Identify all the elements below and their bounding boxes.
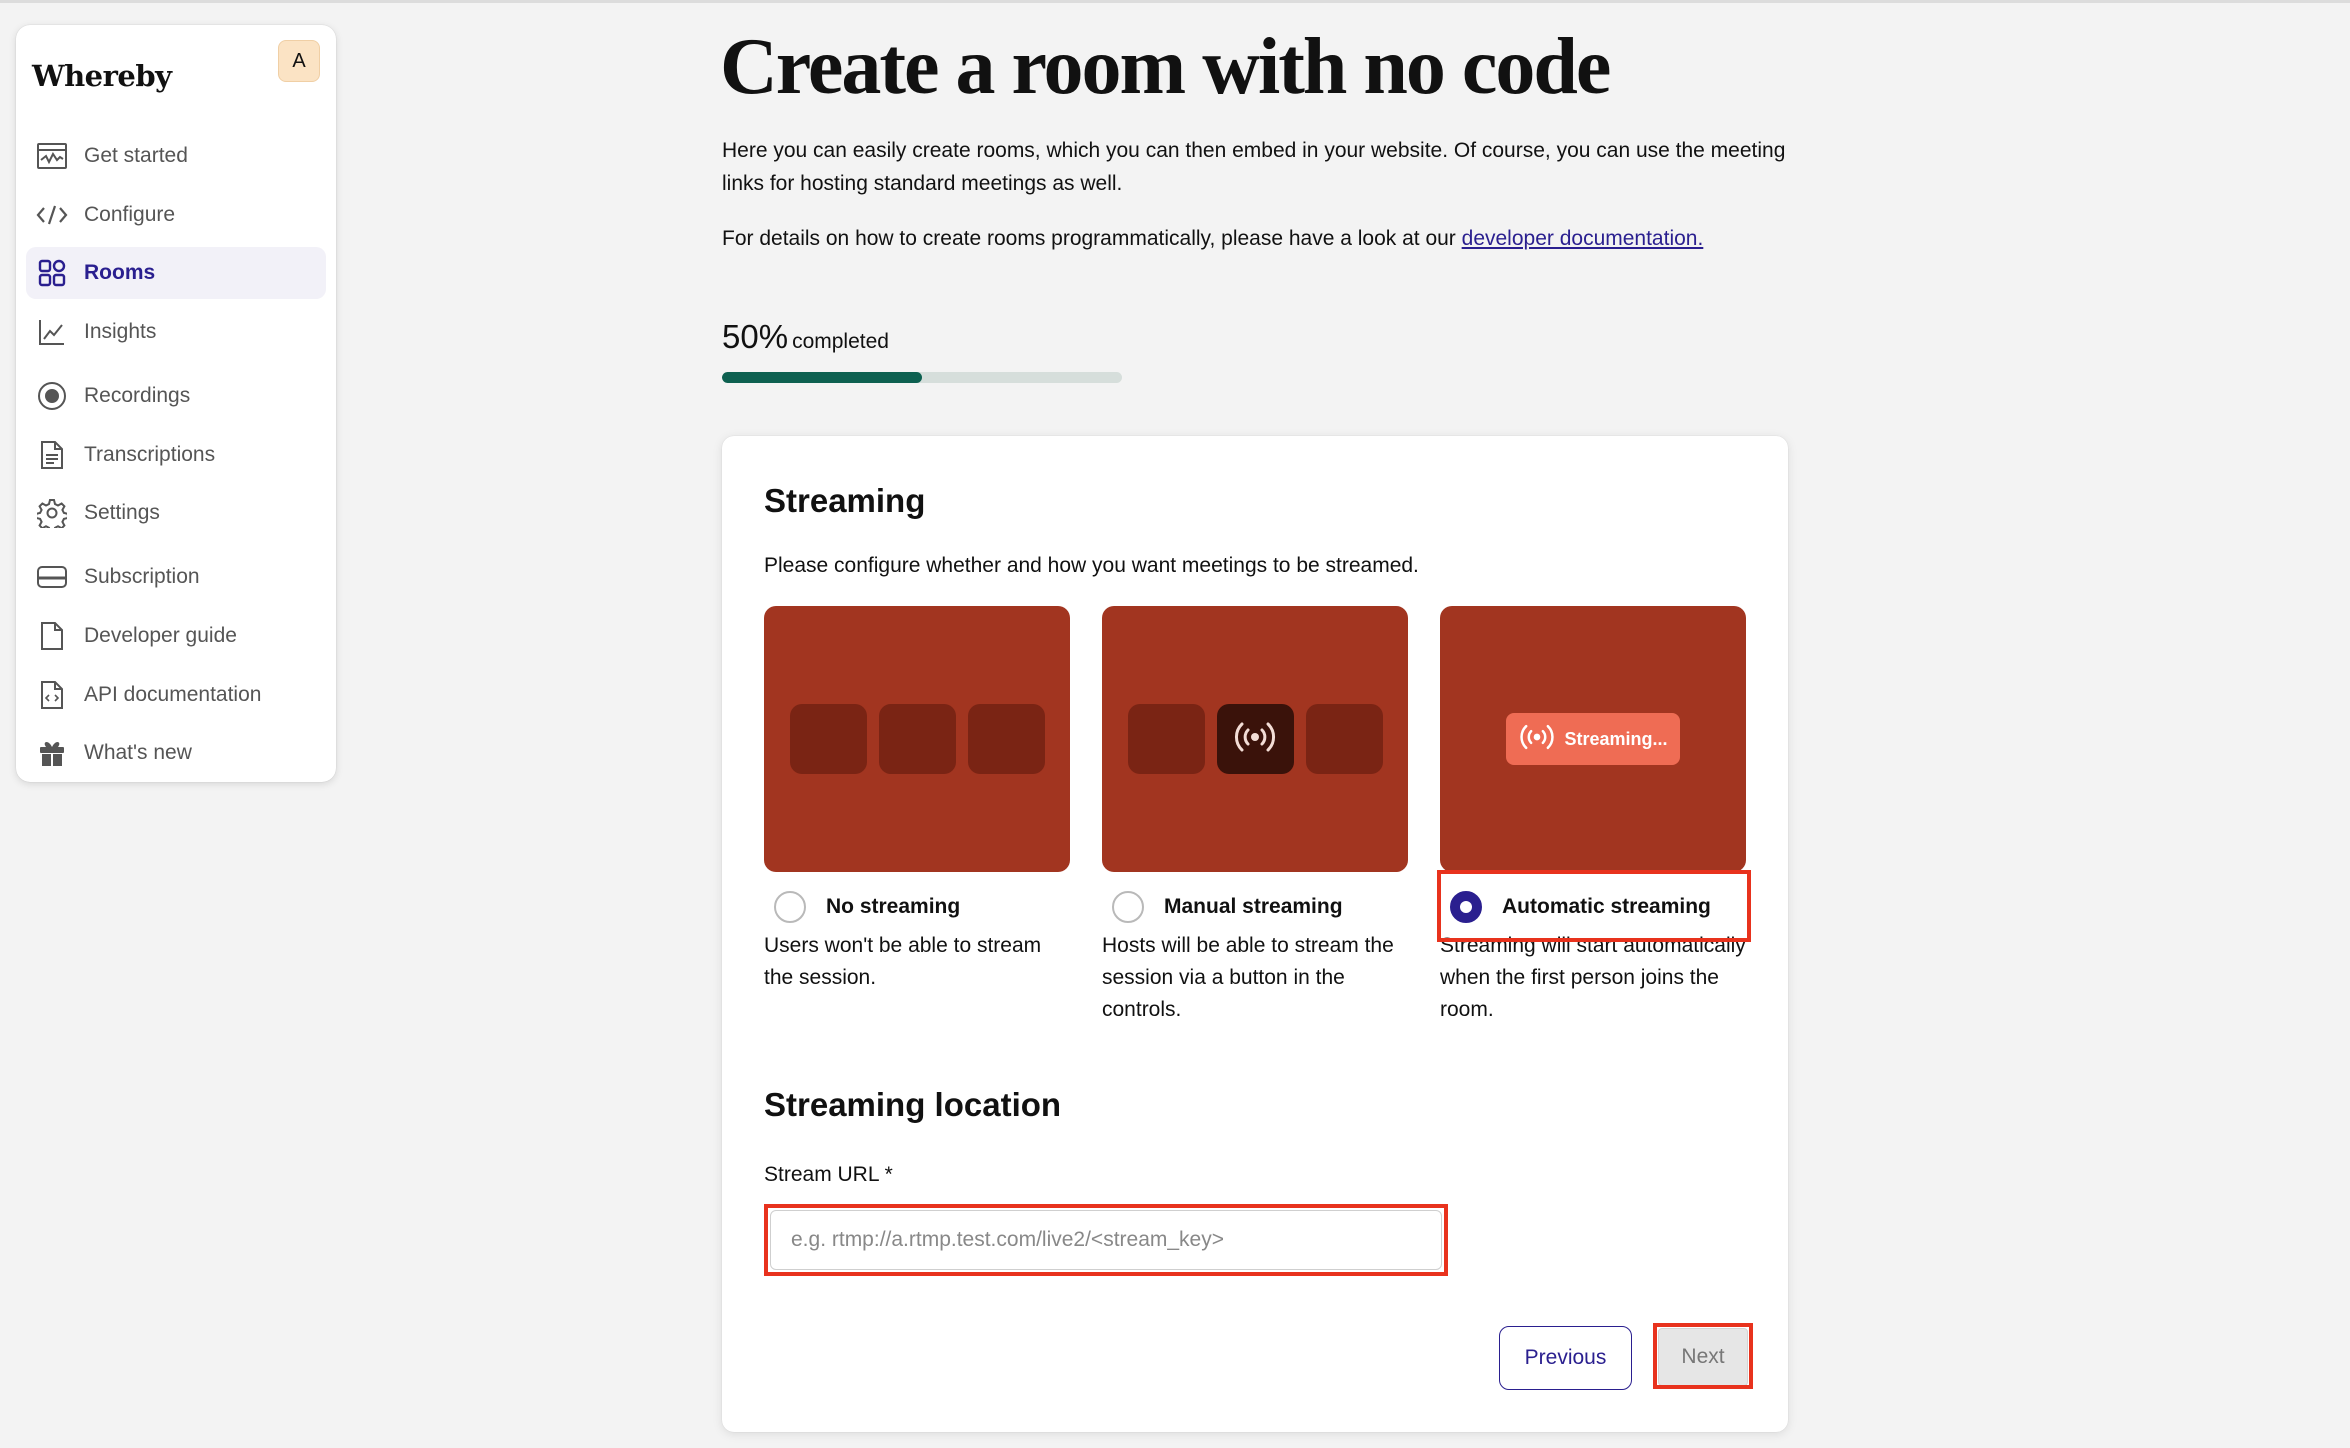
- page-title: Create a room with no code: [720, 23, 1611, 111]
- record-icon: [36, 380, 68, 412]
- option-no-streaming: No streaming Users won't be able to stre…: [764, 606, 1070, 994]
- sidebar-item-label: Subscription: [84, 565, 200, 588]
- details-text: For details on how to create rooms progr…: [722, 222, 1822, 255]
- sidebar-item-label: Settings: [84, 501, 160, 524]
- sidebar-item-transcriptions[interactable]: Transcriptions: [26, 429, 326, 481]
- avatar[interactable]: A: [278, 40, 320, 82]
- sidebar-item-get-started[interactable]: Get started: [26, 130, 326, 182]
- previous-button[interactable]: Previous: [1499, 1326, 1632, 1390]
- developer-documentation-link[interactable]: developer documentation.: [1462, 227, 1704, 250]
- intro-text: Here you can easily create rooms, which …: [722, 139, 1786, 195]
- logo: Whereby: [32, 59, 172, 93]
- progress-bar: [722, 372, 1122, 383]
- sidebar-item-insights[interactable]: Insights: [26, 306, 326, 358]
- preview-automatic-streaming[interactable]: Streaming...: [1440, 606, 1746, 872]
- progress-bar-fill: [722, 372, 922, 383]
- details-prefix: For details on how to create rooms progr…: [722, 227, 1462, 250]
- top-divider: [0, 0, 2350, 3]
- chart-icon: [36, 140, 68, 172]
- stream-url-label: Stream URL *: [764, 1163, 893, 1186]
- sidebar-item-label: What's new: [84, 741, 192, 764]
- video-tile: [967, 704, 1045, 774]
- code-icon: [36, 199, 68, 231]
- sidebar-item-configure[interactable]: Configure: [26, 189, 326, 241]
- sidebar-item-recordings[interactable]: Recordings: [26, 370, 326, 422]
- option-label: Manual streaming: [1164, 895, 1343, 918]
- streaming-card: Streaming Please configure whether and h…: [722, 436, 1788, 1432]
- card-icon: [36, 561, 68, 593]
- streaming-description: Please configure whether and how you wan…: [764, 554, 1419, 577]
- streaming-heading: Streaming: [764, 482, 926, 519]
- sidebar-item-label: Insights: [84, 320, 157, 343]
- file-icon: [36, 620, 68, 652]
- radio-button[interactable]: [774, 891, 806, 923]
- broadcast-icon: [1233, 719, 1277, 760]
- sidebar-item-api-documentation[interactable]: API documentation: [26, 669, 326, 721]
- option-label: No streaming: [826, 895, 961, 918]
- progress-percent: 50%: [722, 318, 789, 355]
- sidebar-item-label: Developer guide: [84, 624, 237, 647]
- gear-icon: [36, 497, 68, 529]
- gift-icon: [36, 737, 68, 769]
- option-description: Hosts will be able to stream the session…: [1102, 934, 1394, 1021]
- document-icon: [36, 439, 68, 471]
- radio-automatic-streaming[interactable]: Automatic streaming: [1440, 872, 1746, 942]
- video-tile-live: [1216, 704, 1294, 774]
- option-automatic-streaming: Streaming... Automatic streaming Streami…: [1440, 606, 1746, 1026]
- sidebar-item-label: API documentation: [84, 683, 262, 706]
- progress-completed-word: completed: [792, 330, 889, 353]
- option-manual-streaming: Manual streaming Hosts will be able to s…: [1102, 606, 1408, 1026]
- stream-url-input[interactable]: [770, 1210, 1442, 1270]
- preview-manual-streaming[interactable]: [1102, 606, 1408, 872]
- sidebar-item-label: Get started: [84, 144, 188, 167]
- sidebar-item-subscription[interactable]: Subscription: [26, 551, 326, 603]
- line-chart-icon: [36, 316, 68, 348]
- file-code-icon: [36, 679, 68, 711]
- streaming-badge: Streaming...: [1506, 713, 1680, 765]
- option-description: Streaming will start automatically when …: [1440, 934, 1746, 1021]
- sidebar-item-label: Configure: [84, 203, 176, 226]
- broadcast-icon: [1518, 722, 1556, 757]
- video-tile: [789, 704, 867, 774]
- radio-no-streaming[interactable]: No streaming: [764, 872, 1070, 942]
- next-button[interactable]: Next: [1658, 1328, 1748, 1386]
- sidebar-item-label: Transcriptions: [84, 443, 216, 466]
- video-tile: [878, 704, 956, 774]
- sidebar-item-label: Rooms: [84, 261, 156, 284]
- radio-dot: [1460, 901, 1472, 913]
- grid-icon: [36, 257, 68, 289]
- radio-manual-streaming[interactable]: Manual streaming: [1102, 872, 1408, 942]
- streaming-badge-text: Streaming...: [1564, 728, 1668, 749]
- radio-button-selected[interactable]: [1450, 891, 1482, 923]
- sidebar-item-rooms[interactable]: Rooms: [26, 247, 326, 299]
- preview-no-streaming[interactable]: [764, 606, 1070, 872]
- sidebar: Whereby A Get started Configure Rooms In…: [16, 25, 336, 782]
- sidebar-item-whats-new[interactable]: What's new: [26, 727, 326, 779]
- option-label: Automatic streaming: [1502, 895, 1711, 918]
- video-tile: [1127, 704, 1205, 774]
- radio-button[interactable]: [1112, 891, 1144, 923]
- video-tile: [1305, 704, 1383, 774]
- sidebar-item-label: Recordings: [84, 384, 191, 407]
- sidebar-item-developer-guide[interactable]: Developer guide: [26, 610, 326, 662]
- sidebar-item-settings[interactable]: Settings: [26, 487, 326, 539]
- progress-label: 50% completed: [722, 318, 889, 356]
- streaming-location-heading: Streaming location: [764, 1086, 1062, 1123]
